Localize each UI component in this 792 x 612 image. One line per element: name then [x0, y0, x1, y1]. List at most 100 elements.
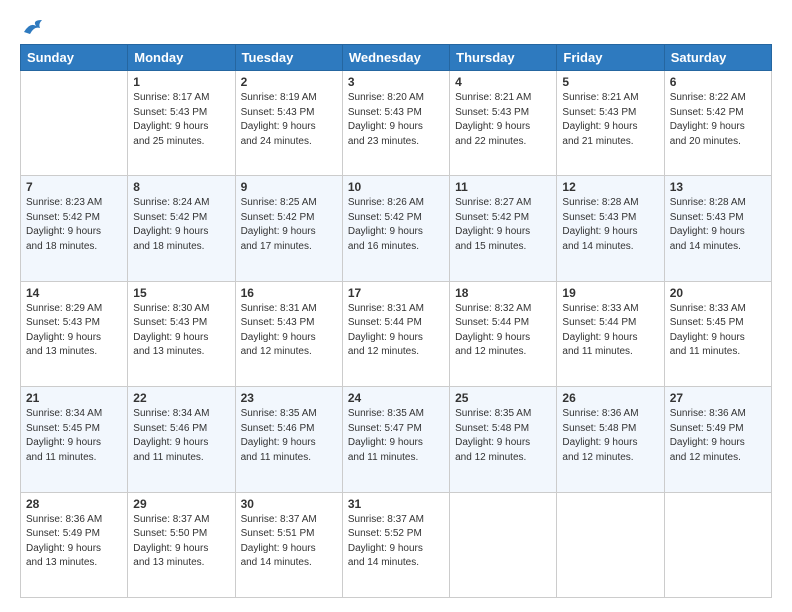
day-info: Sunrise: 8:17 AM Sunset: 5:43 PM Dayligh… [133, 91, 229, 149]
day-info: Sunrise: 8:35 AM Sunset: 5:46 PM Dayligh… [241, 407, 337, 465]
calendar-col-wednesday: Wednesday [342, 45, 449, 71]
calendar-cell: 4 Sunrise: 8:21 AM Sunset: 5:43 PM Daylig… [450, 71, 557, 176]
day-info: Sunrise: 8:37 AM Sunset: 5:51 PM Dayligh… [241, 513, 337, 571]
day-number: 12 [562, 180, 658, 194]
calendar-cell: 6 Sunrise: 8:22 AM Sunset: 5:42 PM Daylig… [664, 71, 771, 176]
calendar-cell: 18 Sunrise: 8:32 AM Sunset: 5:44 PM Dayli… [450, 281, 557, 386]
day-info: Sunrise: 8:26 AM Sunset: 5:42 PM Dayligh… [348, 196, 444, 254]
day-number: 9 [241, 180, 337, 194]
calendar-cell: 28Sunrise: 8:36 AM Sunset: 5:49 PM Dayli… [21, 492, 128, 597]
day-number: 3 [348, 75, 444, 89]
calendar-cell: 29 Sunrise: 8:37 AM Sunset: 5:50 PM Dayli… [128, 492, 235, 597]
calendar-week-row: 28Sunrise: 8:36 AM Sunset: 5:49 PM Dayli… [21, 492, 772, 597]
day-info: Sunrise: 8:32 AM Sunset: 5:44 PM Dayligh… [455, 302, 551, 360]
day-info: Sunrise: 8:36 AM Sunset: 5:48 PM Dayligh… [562, 407, 658, 465]
day-info: Sunrise: 8:35 AM Sunset: 5:47 PM Dayligh… [348, 407, 444, 465]
calendar-header-row: SundayMondayTuesdayWednesdayThursdayFrid… [21, 45, 772, 71]
day-info: Sunrise: 8:29 AM Sunset: 5:43 PM Dayligh… [26, 302, 122, 360]
calendar-cell: 17Sunrise: 8:31 AM Sunset: 5:44 PM Dayli… [342, 281, 449, 386]
calendar-cell: 27Sunrise: 8:36 AM Sunset: 5:49 PM Dayli… [664, 387, 771, 492]
day-number: 14 [26, 286, 122, 300]
day-number: 15 [133, 286, 229, 300]
calendar-col-friday: Friday [557, 45, 664, 71]
day-info: Sunrise: 8:31 AM Sunset: 5:44 PM Dayligh… [348, 302, 444, 360]
day-info: Sunrise: 8:25 AM Sunset: 5:42 PM Dayligh… [241, 196, 337, 254]
calendar-cell: 1 Sunrise: 8:17 AM Sunset: 5:43 PM Daylig… [128, 71, 235, 176]
day-number: 20 [670, 286, 766, 300]
day-number: 11 [455, 180, 551, 194]
day-number: 29 [133, 497, 229, 511]
day-info: Sunrise: 8:21 AM Sunset: 5:43 PM Dayligh… [455, 91, 551, 149]
calendar-cell: 14 Sunrise: 8:29 AM Sunset: 5:43 PM Dayli… [21, 281, 128, 386]
day-info: Sunrise: 8:28 AM Sunset: 5:43 PM Dayligh… [670, 196, 766, 254]
day-info: Sunrise: 8:19 AM Sunset: 5:43 PM Dayligh… [241, 91, 337, 149]
calendar-week-row: 7 Sunrise: 8:23 AM Sunset: 5:42 PM Daylig… [21, 176, 772, 281]
day-info: Sunrise: 8:35 AM Sunset: 5:48 PM Dayligh… [455, 407, 551, 465]
day-number: 21 [26, 391, 122, 405]
calendar-cell [664, 492, 771, 597]
calendar-table: SundayMondayTuesdayWednesdayThursdayFrid… [20, 44, 772, 598]
calendar-col-tuesday: Tuesday [235, 45, 342, 71]
day-number: 25 [455, 391, 551, 405]
page: SundayMondayTuesdayWednesdayThursdayFrid… [0, 0, 792, 612]
day-info: Sunrise: 8:37 AM Sunset: 5:50 PM Dayligh… [133, 513, 229, 571]
calendar-cell: 7 Sunrise: 8:23 AM Sunset: 5:42 PM Daylig… [21, 176, 128, 281]
day-info: Sunrise: 8:37 AM Sunset: 5:52 PM Dayligh… [348, 513, 444, 571]
calendar-cell: 10 Sunrise: 8:26 AM Sunset: 5:42 PM Dayli… [342, 176, 449, 281]
day-info: Sunrise: 8:31 AM Sunset: 5:43 PM Dayligh… [241, 302, 337, 360]
day-info: Sunrise: 8:33 AM Sunset: 5:45 PM Dayligh… [670, 302, 766, 360]
day-number: 8 [133, 180, 229, 194]
calendar-cell: 11Sunrise: 8:27 AM Sunset: 5:42 PM Dayli… [450, 176, 557, 281]
calendar-cell: 21 Sunrise: 8:34 AM Sunset: 5:45 PM Dayli… [21, 387, 128, 492]
day-info: Sunrise: 8:34 AM Sunset: 5:45 PM Dayligh… [26, 407, 122, 465]
calendar-cell: 2 Sunrise: 8:19 AM Sunset: 5:43 PM Daylig… [235, 71, 342, 176]
calendar-cell: 22 Sunrise: 8:34 AM Sunset: 5:46 PM Dayli… [128, 387, 235, 492]
calendar-col-thursday: Thursday [450, 45, 557, 71]
calendar-col-sunday: Sunday [21, 45, 128, 71]
calendar-cell: 16 Sunrise: 8:31 AM Sunset: 5:43 PM Dayli… [235, 281, 342, 386]
calendar-week-row: 14 Sunrise: 8:29 AM Sunset: 5:43 PM Dayli… [21, 281, 772, 386]
day-info: Sunrise: 8:28 AM Sunset: 5:43 PM Dayligh… [562, 196, 658, 254]
calendar-week-row: 21 Sunrise: 8:34 AM Sunset: 5:45 PM Dayli… [21, 387, 772, 492]
calendar-cell: 3Sunrise: 8:20 AM Sunset: 5:43 PM Daylig… [342, 71, 449, 176]
calendar-cell: 20 Sunrise: 8:33 AM Sunset: 5:45 PM Dayli… [664, 281, 771, 386]
day-number: 4 [455, 75, 551, 89]
calendar-cell: 25 Sunrise: 8:35 AM Sunset: 5:48 PM Dayli… [450, 387, 557, 492]
day-number: 2 [241, 75, 337, 89]
day-number: 27 [670, 391, 766, 405]
day-info: Sunrise: 8:23 AM Sunset: 5:42 PM Dayligh… [26, 196, 122, 254]
day-info: Sunrise: 8:30 AM Sunset: 5:43 PM Dayligh… [133, 302, 229, 360]
day-info: Sunrise: 8:22 AM Sunset: 5:42 PM Dayligh… [670, 91, 766, 149]
calendar-cell: 5Sunrise: 8:21 AM Sunset: 5:43 PM Daylig… [557, 71, 664, 176]
day-number: 6 [670, 75, 766, 89]
calendar-cell [450, 492, 557, 597]
calendar-cell: 26Sunrise: 8:36 AM Sunset: 5:48 PM Dayli… [557, 387, 664, 492]
day-number: 28 [26, 497, 122, 511]
calendar-cell: 19 Sunrise: 8:33 AM Sunset: 5:44 PM Dayli… [557, 281, 664, 386]
day-number: 30 [241, 497, 337, 511]
day-number: 18 [455, 286, 551, 300]
day-number: 31 [348, 497, 444, 511]
day-info: Sunrise: 8:34 AM Sunset: 5:46 PM Dayligh… [133, 407, 229, 465]
day-number: 1 [133, 75, 229, 89]
calendar-cell: 15 Sunrise: 8:30 AM Sunset: 5:43 PM Dayli… [128, 281, 235, 386]
calendar-cell [557, 492, 664, 597]
day-number: 19 [562, 286, 658, 300]
calendar-col-saturday: Saturday [664, 45, 771, 71]
day-info: Sunrise: 8:33 AM Sunset: 5:44 PM Dayligh… [562, 302, 658, 360]
calendar-cell: 30 Sunrise: 8:37 AM Sunset: 5:51 PM Dayli… [235, 492, 342, 597]
calendar-week-row: 1 Sunrise: 8:17 AM Sunset: 5:43 PM Daylig… [21, 71, 772, 176]
calendar-cell: 31 Sunrise: 8:37 AM Sunset: 5:52 PM Dayli… [342, 492, 449, 597]
day-number: 7 [26, 180, 122, 194]
calendar-cell: 12 Sunrise: 8:28 AM Sunset: 5:43 PM Dayli… [557, 176, 664, 281]
day-info: Sunrise: 8:24 AM Sunset: 5:42 PM Dayligh… [133, 196, 229, 254]
day-number: 24 [348, 391, 444, 405]
header [20, 18, 772, 36]
calendar-cell: 24 Sunrise: 8:35 AM Sunset: 5:47 PM Dayli… [342, 387, 449, 492]
calendar-col-monday: Monday [128, 45, 235, 71]
logo-bird-icon [22, 18, 44, 36]
day-number: 22 [133, 391, 229, 405]
day-number: 10 [348, 180, 444, 194]
day-number: 13 [670, 180, 766, 194]
day-number: 16 [241, 286, 337, 300]
